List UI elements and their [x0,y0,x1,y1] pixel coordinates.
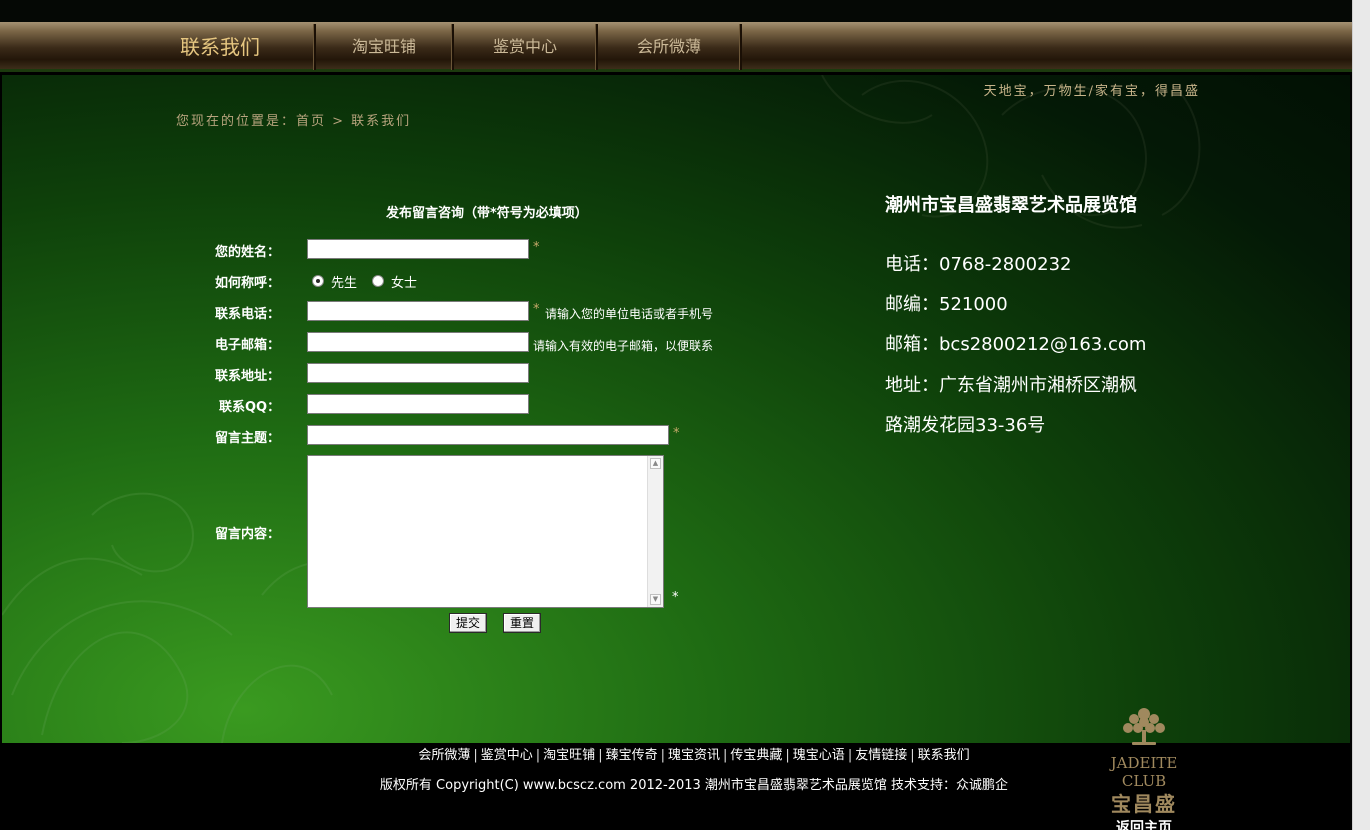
required-mark: * [533,302,540,317]
main-content: 天地宝，万物生/家有宝，得昌盛 您现在的位置是：首页 > 联系我们 发布留言咨询… [2,75,1350,743]
required-mark: * [673,426,680,441]
footer-separator: | [785,748,790,763]
tree-logo-icon [1123,708,1165,745]
scroll-up-icon[interactable]: ▲ [650,458,661,469]
footer-separator: | [847,748,853,763]
nav-item-weibo[interactable]: 会所微薄 [599,22,739,72]
footer-link-weibo[interactable]: 会所微薄 [418,748,470,763]
name-input[interactable] [307,239,529,259]
top-strip [0,0,1352,22]
nav-separator [595,24,598,70]
nav-item-taobao[interactable]: 淘宝旺铺 [317,22,451,72]
textarea-scrollbar[interactable]: ▲ ▼ [647,456,663,607]
page-frame: 联系我们 淘宝旺铺 鉴赏中心 会所微薄 天地宝，万物生/家有宝，得昌盛 您现在的… [0,0,1352,830]
footer-separator: | [660,748,665,763]
company-address: 地址：广东省潮州市湘桥区潮枫 [885,375,1137,396]
address-input[interactable] [307,363,529,383]
footer-link-appreciation[interactable]: 鉴赏中心 [481,748,533,763]
club-name-en: JADEITE CLUB [1110,754,1178,790]
content-textarea[interactable]: ▲ ▼ [307,455,664,608]
club-name-cn: 宝昌盛 [1111,792,1177,816]
radio-ms[interactable] [372,275,384,287]
footer-link-taobao[interactable]: 淘宝旺铺 [543,748,595,763]
main-nav: 联系我们 淘宝旺铺 鉴赏中心 会所微薄 [0,22,1352,72]
qq-input[interactable] [307,394,529,414]
footer-link-collection[interactable]: 传宝典藏 [730,748,782,763]
name-label: 您的姓名： [215,245,281,260]
subject-label: 留言主题： [215,431,281,446]
back-home-link[interactable]: 返回主页 [1088,817,1200,830]
address-label: 联系地址： [215,369,281,384]
reset-button[interactable]: 重置 [503,613,542,633]
footer-link-words[interactable]: 瑰宝心语 [793,748,845,763]
phone-hint: 请输入您的单位电话或者手机号 [545,307,714,321]
footer-separator: | [723,748,728,763]
club-logo[interactable]: JADEITE CLUB 宝昌盛 返回主页 [1088,704,1200,830]
breadcrumb: 您现在的位置是：首页 > 联系我们 [176,114,412,129]
email-label: 电子邮箱： [215,338,281,353]
footer-link-news[interactable]: 瑰宝资讯 [668,748,720,763]
footer-link-contact[interactable]: 联系我们 [918,748,970,763]
decorative-pattern [2,75,1201,743]
submit-button[interactable]: 提交 [449,613,488,633]
footer-separator: | [910,748,915,763]
form-title: 发布留言咨询（带*符号为必填项） [386,206,588,221]
subject-input[interactable] [307,425,669,445]
nav-separator [313,24,316,70]
company-address-2: 路潮发花园33-36号 [885,415,1046,436]
required-mark: * [672,590,679,605]
page-scrollbar[interactable] [1352,0,1370,830]
footer-link-legend[interactable]: 臻宝传奇 [606,748,658,763]
footer-separator: | [598,748,603,763]
nav-item-contact[interactable]: 联系我们 [150,22,290,72]
company-postcode: 邮编：521000 [885,294,1008,315]
nav-separator [739,24,742,70]
nav-item-appreciation[interactable]: 鉴赏中心 [455,22,595,72]
email-hint: 请输入有效的电子邮箱，以便联系 [533,339,714,353]
nav-separator [451,24,454,70]
qq-label: 联系QQ： [219,400,281,415]
email-input[interactable] [307,332,529,352]
footer-link-friends[interactable]: 友情链接 [855,748,907,763]
scroll-down-icon[interactable]: ▼ [650,594,661,605]
phone-label: 联系电话： [215,307,281,322]
company-email: 邮箱：bcs2800212@163.com [885,334,1147,355]
company-phone: 电话：0768-2800232 [885,254,1072,275]
radio-mr[interactable] [312,275,324,287]
salutation-label: 如何称呼： [215,276,281,291]
required-mark: * [533,240,540,255]
radio-mr-label: 先生 [331,276,358,291]
radio-ms-label: 女士 [391,276,418,291]
company-name: 潮州市宝昌盛翡翠艺术品展览馆 [885,195,1137,216]
footer-separator: | [473,748,478,763]
content-label: 留言内容： [215,527,281,542]
footer-separator: | [535,748,541,763]
slogan: 天地宝，万物生/家有宝，得昌盛 [983,84,1200,99]
phone-input[interactable] [307,301,529,321]
